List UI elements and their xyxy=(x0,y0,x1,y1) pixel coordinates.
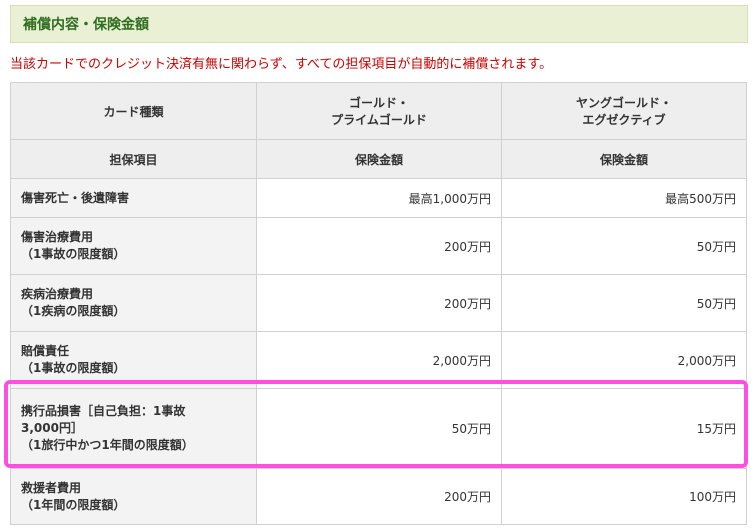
table-header-row: カード種類 ゴールド・ プライムゴールド ヤングゴールド・ エグゼクティブ xyxy=(10,82,747,140)
row-young-value: 2,000万円 xyxy=(501,331,747,389)
row-young-value: 最高500万円 xyxy=(501,178,747,218)
row-item: 救援者費用 （1年間の限度額） xyxy=(10,468,257,525)
table-row: 疾病治療費用 （1疾病の限度額） 200万円 50万円 xyxy=(10,274,747,332)
coverage-table: カード種類 ゴールド・ プライムゴールド ヤングゴールド・ エグゼクティブ 担保… xyxy=(10,82,747,525)
table-row: 傷害治療費用 （1事故の限度額） 200万円 50万円 xyxy=(10,217,747,275)
row-item: 疾病治療費用 （1疾病の限度額） xyxy=(10,274,257,332)
subheader-item: 担保項目 xyxy=(10,139,257,179)
header-young-gold: ヤングゴールド・ エグゼクティブ xyxy=(501,82,747,140)
row-gold-value: 2,000万円 xyxy=(256,331,502,389)
row-item: 賠償責任 （1事故の限度額） xyxy=(10,331,257,389)
row-item: 傷害治療費用 （1事故の限度額） xyxy=(10,217,257,275)
row-young-value: 100万円 xyxy=(501,468,747,525)
row-gold-value: 200万円 xyxy=(256,274,502,332)
table-row: 携行品損害［自己負担：1事故 3,000円］ （1旅行中かつ1年間の限度額） 5… xyxy=(10,388,747,469)
row-gold-value: 50万円 xyxy=(256,388,502,469)
row-gold-value: 200万円 xyxy=(256,217,502,275)
subheader-young-amount: 保険金額 xyxy=(501,139,747,179)
subheader-gold-amount: 保険金額 xyxy=(256,139,502,179)
section-header: 補償内容・保険金額 xyxy=(10,5,748,43)
table-row: 賠償責任 （1事故の限度額） 2,000万円 2,000万円 xyxy=(10,331,747,389)
header-gold: ゴールド・ プライムゴールド xyxy=(256,82,502,140)
row-gold-value: 最高1,000万円 xyxy=(256,178,502,218)
row-item: 傷害死亡・後遺障害 xyxy=(10,178,257,218)
coverage-notice: 当該カードでのクレジット決済有無に関わらず、すべての担保項目が自動的に補償されま… xyxy=(10,57,553,72)
row-young-value: 15万円 xyxy=(501,388,747,469)
section-title: 補償内容・保険金額 xyxy=(23,17,149,33)
header-card-type: カード種類 xyxy=(10,82,257,140)
table-subheader-row: 担保項目 保険金額 保険金額 xyxy=(10,139,747,179)
row-young-value: 50万円 xyxy=(501,274,747,332)
row-young-value: 50万円 xyxy=(501,217,747,275)
table-row: 救援者費用 （1年間の限度額） 200万円 100万円 xyxy=(10,468,747,525)
table-row: 傷害死亡・後遺障害 最高1,000万円 最高500万円 xyxy=(10,178,747,218)
row-item: 携行品損害［自己負担：1事故 3,000円］ （1旅行中かつ1年間の限度額） xyxy=(10,388,257,469)
row-gold-value: 200万円 xyxy=(256,468,502,525)
